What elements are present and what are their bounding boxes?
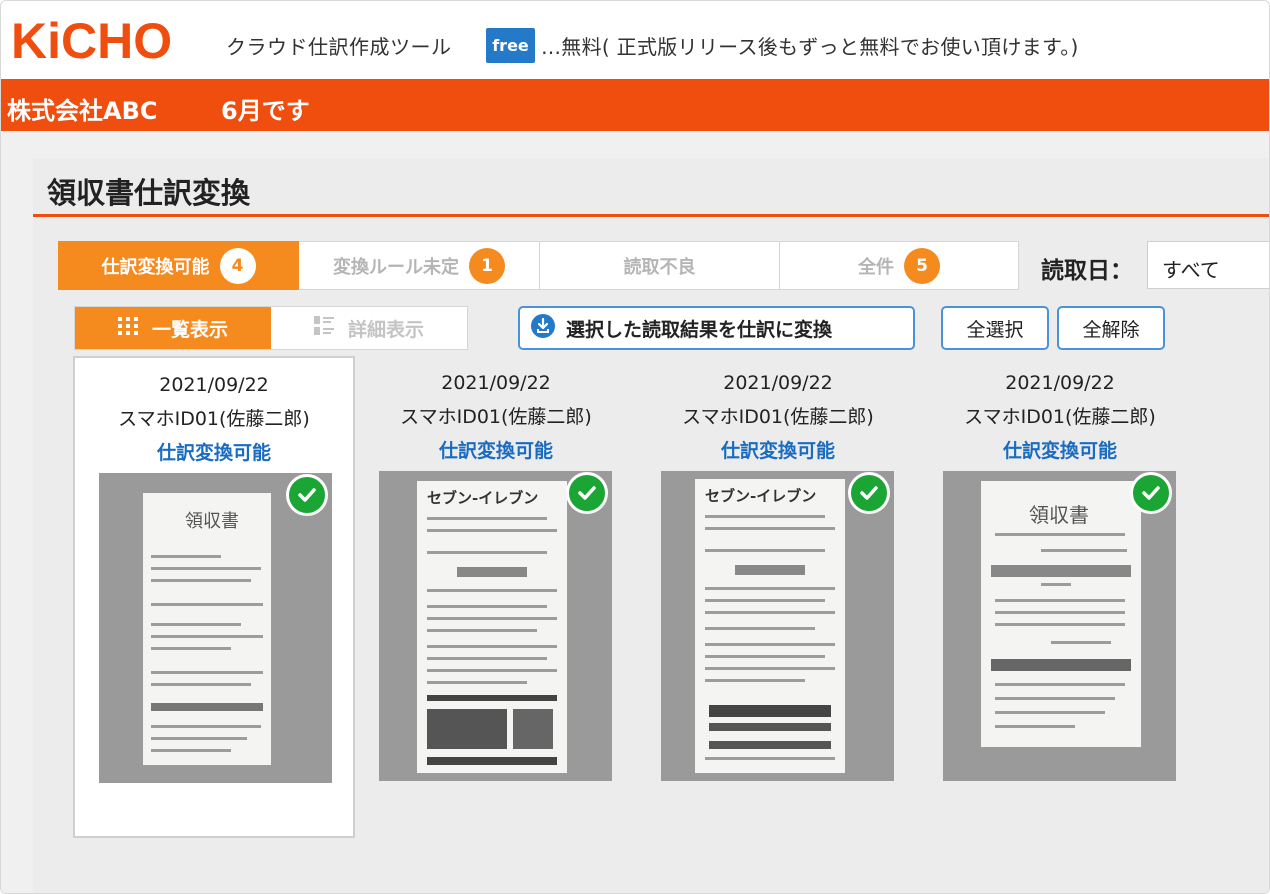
tab-label: 仕訳変換可能: [101, 256, 210, 278]
logo-text: KiCHO: [11, 15, 172, 67]
tab-label: 変換ルール未定: [333, 256, 459, 278]
detail-view-button[interactable]: 詳細表示: [271, 307, 467, 349]
card-date: 2021/09/22: [1005, 372, 1115, 394]
receipt-thumbnail: セブン-イレブン: [379, 471, 612, 781]
tab-count-badge: 1: [469, 247, 505, 284]
receipt-thumbnail: 領収書: [943, 471, 1176, 781]
card-status: 仕訳変換可能: [720, 440, 835, 462]
receipt-card[interactable]: 2021/09/22 スマホID01(佐藤二郎) 仕訳変換可能 セブン-イレブン: [355, 356, 637, 838]
kicho-logo[interactable]: KiCHO: [11, 15, 189, 67]
select-all-button[interactable]: 全選択: [941, 306, 1049, 350]
receipt-thumbnail: セブン-イレブン: [661, 471, 894, 781]
receipt-panel: 領収書仕訳変換 仕訳変換可能 4 変換ルール未定 1 読取不良 全件 5 読取日…: [33, 158, 1269, 893]
deselect-all-button[interactable]: 全解除: [1057, 306, 1165, 350]
tab-count-badge: 5: [904, 247, 940, 284]
selected-check-icon[interactable]: [286, 474, 328, 516]
receipt-card[interactable]: 2021/09/22 スマホID01(佐藤二郎) 仕訳変換可能 セブン-イレブン: [637, 356, 919, 838]
free-note: …無料( 正式版リリース後もずっと無料でお使い頂けます。): [541, 35, 1079, 59]
selected-check-icon[interactable]: [1130, 472, 1172, 514]
receipt-thumbnail: 領収書: [99, 473, 332, 783]
title-divider: [33, 214, 1269, 217]
receipt-title: 領収書: [1029, 503, 1089, 527]
list-view-button[interactable]: 一覧表示: [75, 307, 271, 349]
view-toggle: 一覧表示 詳細表示: [74, 306, 468, 350]
tab-all[interactable]: 全件 5: [780, 241, 1019, 290]
card-date: 2021/09/22: [159, 374, 269, 396]
company-band: 株式会社ABC 6月です: [1, 79, 1269, 131]
filter-tabs: 仕訳変換可能 4 変換ルール未定 1 読取不良 全件 5: [58, 241, 1019, 290]
read-date-select[interactable]: すべて: [1147, 241, 1269, 289]
download-icon: [530, 313, 556, 344]
grid-icon: [117, 316, 138, 340]
card-date: 2021/09/22: [441, 372, 551, 394]
list-view-label: 一覧表示: [151, 318, 228, 341]
tab-read-error[interactable]: 読取不良: [540, 241, 780, 290]
detail-list-icon: [313, 315, 334, 341]
receipt-title: セブン-イレブン: [427, 489, 539, 507]
selected-check-icon[interactable]: [848, 472, 890, 514]
detail-view-label: 詳細表示: [347, 318, 424, 341]
tab-convertible[interactable]: 仕訳変換可能 4: [58, 241, 299, 290]
card-device: スマホID01(佐藤二郎): [682, 406, 874, 428]
receipt-card[interactable]: 2021/09/22 スマホID01(佐藤二郎) 仕訳変換可能 領収書: [73, 356, 355, 838]
tagline: クラウド仕訳作成ツール: [226, 35, 452, 59]
convert-selected-button[interactable]: 選択した読取結果を仕訳に変換: [518, 306, 915, 350]
receipt-title: セブン-イレブン: [705, 487, 817, 505]
receipt-card[interactable]: 2021/09/22 スマホID01(佐藤二郎) 仕訳変換可能 領収書: [919, 356, 1201, 838]
receipt-title: 領収書: [185, 511, 239, 532]
selected-check-icon[interactable]: [566, 472, 608, 514]
tab-count-badge: 4: [219, 247, 256, 284]
card-status: 仕訳変換可能: [156, 442, 271, 464]
tab-rule-undefined[interactable]: 変換ルール未定 1: [299, 241, 540, 290]
card-date: 2021/09/22: [723, 372, 833, 394]
main-area: 領収書仕訳変換 仕訳変換可能 4 変換ルール未定 1 読取不良 全件 5 読取日…: [1, 131, 1269, 893]
tab-label: 読取不良: [623, 256, 696, 278]
free-badge: free: [486, 28, 535, 63]
card-device: スマホID01(佐藤二郎): [118, 408, 310, 430]
card-status: 仕訳変換可能: [1002, 440, 1117, 462]
company-name: 株式会社ABC: [7, 97, 158, 125]
read-date-label: 読取日：: [1041, 258, 1133, 284]
tab-label: 全件: [858, 256, 894, 278]
convert-button-label: 選択した読取結果を仕訳に変換: [566, 318, 833, 341]
card-device: スマホID01(佐藤二郎): [400, 406, 592, 428]
top-header: KiCHO クラウド仕訳作成ツール free …無料( 正式版リリース後もずっと…: [1, 1, 1269, 79]
app-window: KiCHO クラウド仕訳作成ツール free …無料( 正式版リリース後もずっと…: [0, 0, 1270, 894]
card-status: 仕訳変換可能: [438, 440, 553, 462]
current-month: 6月です: [221, 97, 310, 125]
page-title: 領収書仕訳変換: [47, 176, 251, 210]
card-device: スマホID01(佐藤二郎): [964, 406, 1156, 428]
